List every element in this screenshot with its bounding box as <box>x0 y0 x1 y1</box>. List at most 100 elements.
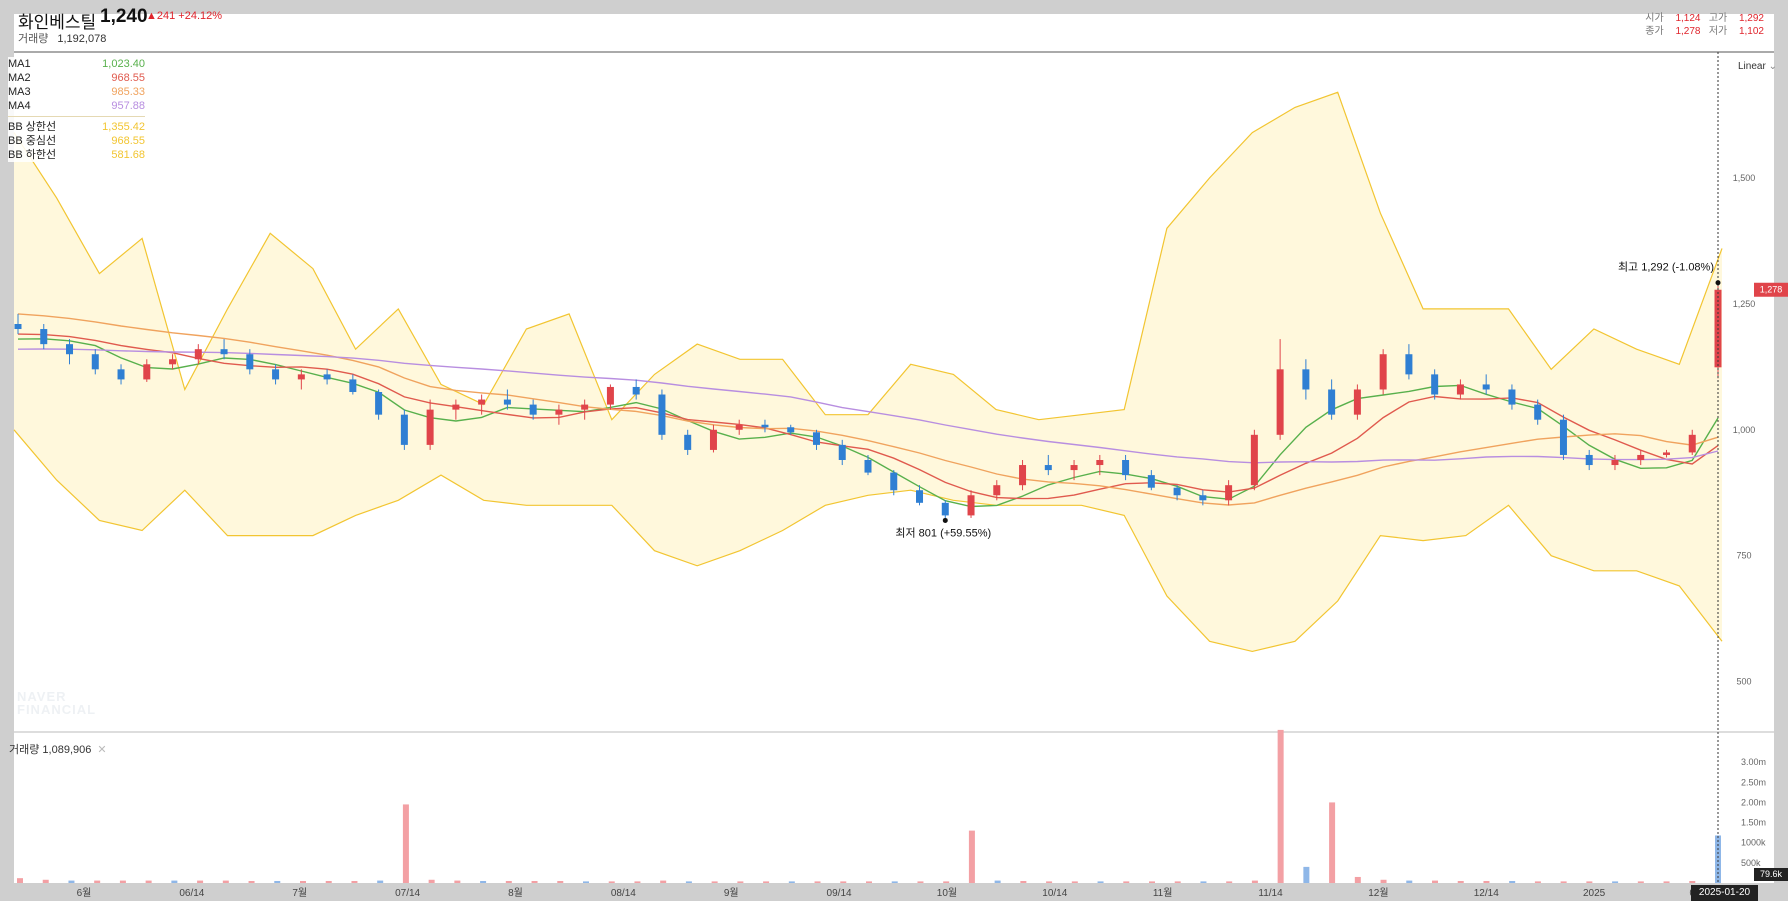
candle-body <box>1456 384 1464 395</box>
candle-body <box>246 354 254 370</box>
volume-bar <box>1277 729 1284 883</box>
legend-ma3[interactable]: MA3 985.33 <box>8 85 145 99</box>
price-chart[interactable]: 500 750 1,000 1,250 1,500 3.00m 2.50m 2.00m 1.50… <box>0 0 1788 901</box>
volume-bar <box>1251 880 1258 883</box>
x-tick-label: 12월 <box>1368 887 1388 899</box>
current-volume-tag: 79.6k <box>1754 868 1788 881</box>
x-tick-label: 6월 <box>77 887 92 899</box>
legend-bb-lower[interactable]: BB 하한선 581.68 <box>8 148 145 162</box>
legend-divider <box>8 116 145 117</box>
candle-body <box>66 344 74 355</box>
x-tick-label: 11/14 <box>1258 888 1283 899</box>
legend-value: 968.55 <box>111 135 145 147</box>
legend-label: MA3 <box>8 86 31 98</box>
volume-bar <box>351 880 358 883</box>
legend-ma4[interactable]: MA4 957.88 <box>8 99 145 113</box>
volume-bar <box>1149 881 1155 883</box>
candle-body <box>632 386 640 395</box>
x-tick-label: 06/14 <box>179 888 204 899</box>
candle-body <box>323 374 331 380</box>
candle-body <box>864 460 872 473</box>
volume-bar <box>480 880 487 883</box>
scale-dropdown[interactable]: Linear ⌄ <box>1738 61 1777 72</box>
candle-body <box>1431 374 1439 395</box>
candle-body <box>581 404 589 410</box>
candle-body <box>993 485 1001 496</box>
candle-body <box>709 429 717 450</box>
volume-bar <box>1097 881 1104 883</box>
candle-body <box>452 404 460 410</box>
candle-body <box>941 502 949 516</box>
candle-body <box>1250 434 1258 486</box>
volume-bar <box>943 881 950 883</box>
volume-bar <box>557 880 564 883</box>
volume-bar <box>1457 880 1464 883</box>
close-icon[interactable]: ✕ <box>97 744 106 756</box>
high-marker <box>1715 280 1721 286</box>
candle-body <box>787 427 795 433</box>
candle-body <box>812 432 820 445</box>
legend-label: MA4 <box>8 100 31 112</box>
volume-bar <box>1586 881 1593 883</box>
volume-bar <box>1200 881 1207 883</box>
candle-body <box>1199 495 1207 501</box>
legend-value: 581.68 <box>111 149 145 161</box>
scale-label: Linear <box>1738 61 1766 72</box>
legend-value: 985.33 <box>111 86 145 98</box>
legend-bb-upper[interactable]: BB 상한선 1,355.42 <box>8 120 145 134</box>
x-tick-label: 10월 <box>937 887 957 899</box>
legend-ma2[interactable]: MA2 968.55 <box>8 71 145 85</box>
x-tick-label: 9월 <box>724 887 739 899</box>
x-tick-label: 07/14 <box>395 888 420 899</box>
candle-body <box>1688 434 1696 453</box>
volume-bar <box>505 880 512 883</box>
volume-bar <box>1406 880 1413 883</box>
candle <box>400 409 408 450</box>
volume-bar <box>968 830 975 883</box>
volume-bar <box>608 881 615 883</box>
candle-body <box>169 359 177 365</box>
x-tick-label: 11월 <box>1153 887 1173 899</box>
volume-bar <box>711 881 718 883</box>
candle-body <box>916 490 924 503</box>
volume-bar <box>1715 835 1721 883</box>
volume-bar <box>248 880 255 883</box>
volume-panel-label: 거래량 1,089,906 <box>9 744 92 756</box>
current-date-badge: 2025-01-20 <box>1691 885 1758 901</box>
candle-body <box>1302 369 1310 390</box>
candle-body <box>1662 452 1670 455</box>
candle-body <box>272 369 280 380</box>
candle-body <box>1534 404 1542 420</box>
candle-body <box>117 369 125 380</box>
candle-body <box>529 404 537 415</box>
legend-ma1[interactable]: MA1 1,023.40 <box>8 57 145 71</box>
volume-bar <box>402 804 409 883</box>
volume-bar <box>1612 881 1619 883</box>
volume-bar <box>145 880 152 883</box>
volume-bar <box>197 880 204 883</box>
candle-body <box>375 392 383 415</box>
candle-body <box>1044 465 1052 471</box>
x-tick-label: 8월 <box>508 887 523 899</box>
volume-bar <box>1020 880 1027 883</box>
legend-bb-middle[interactable]: BB 중심선 968.55 <box>8 134 145 148</box>
volume-bar <box>1123 881 1130 883</box>
volume-bar <box>840 881 847 883</box>
y-tick-label: 500 <box>1736 677 1751 687</box>
candle-body <box>400 414 408 445</box>
candle-body <box>1328 389 1336 415</box>
volume-bar <box>1534 881 1541 883</box>
candle-body <box>890 472 898 491</box>
volume-bar <box>1637 881 1644 883</box>
volume-bar <box>814 881 821 883</box>
candle-body <box>349 379 357 392</box>
candle <box>1353 384 1361 420</box>
volume-panel-header: 거래량 1,089,906 ✕ <box>9 741 107 757</box>
volume-bar <box>377 880 384 883</box>
volume-bar <box>1483 880 1490 883</box>
legend-label: BB 상한선 <box>8 121 57 133</box>
volume-bar <box>737 881 744 883</box>
candle <box>1379 349 1387 395</box>
y-tick-label: 1,500 <box>1733 173 1756 183</box>
volume-tag-text: 79.6k <box>1760 869 1783 879</box>
